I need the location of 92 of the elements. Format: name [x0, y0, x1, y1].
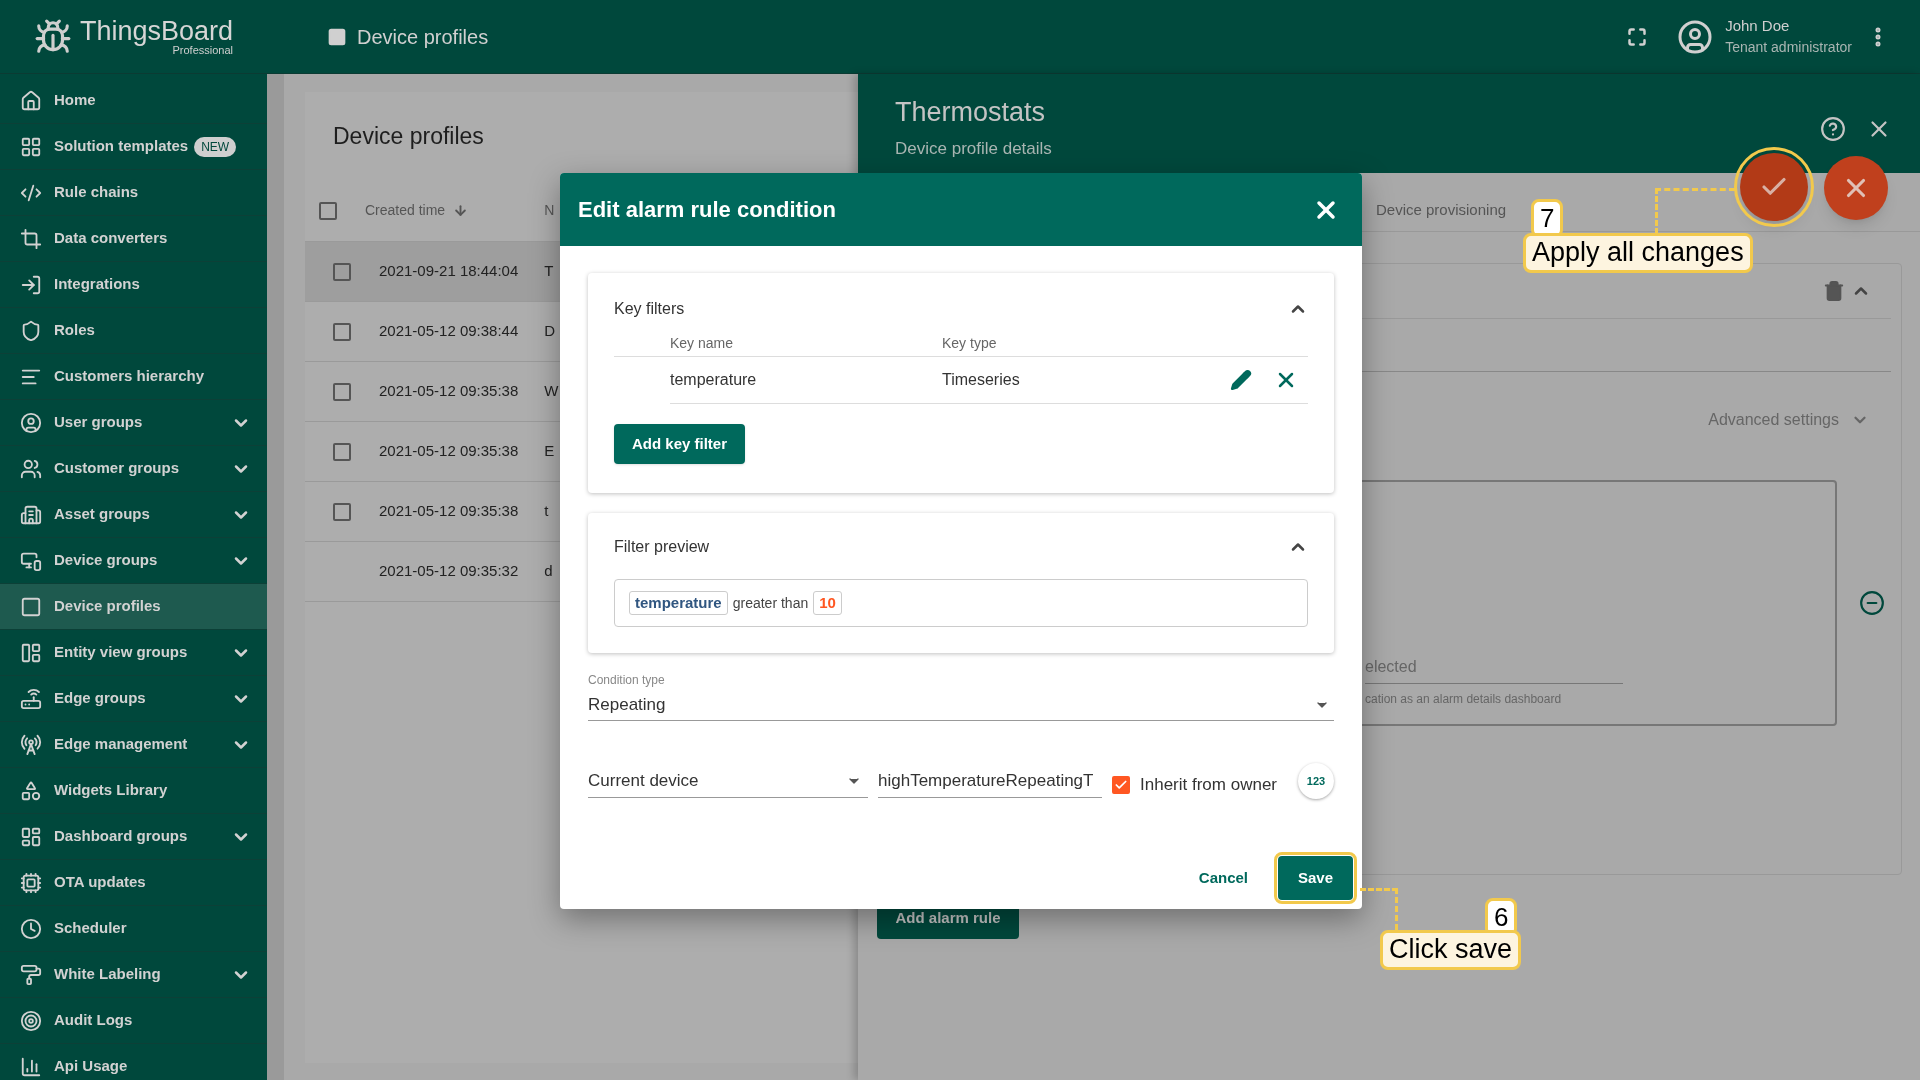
column-header: Key type — [942, 334, 997, 353]
remove-icon[interactable] — [1859, 590, 1885, 616]
sidebar-item[interactable]: Audit Logs — [0, 998, 267, 1044]
app-logo: ThingsBoard — [79, 17, 234, 45]
grid-icon — [20, 135, 42, 158]
chart-icon — [20, 1055, 42, 1078]
column-header: Key name — [670, 334, 735, 353]
dashboard-hint: cation as an alarm details dashboard — [1365, 691, 1563, 708]
sidebar-item[interactable]: Solution templates NEW — [0, 124, 267, 170]
row-checkbox[interactable] — [333, 382, 351, 401]
section-title: Filter preview — [614, 537, 710, 557]
value-type-button[interactable]: 123 — [1298, 763, 1334, 799]
check-icon — [1114, 778, 1128, 792]
select-all-checkbox[interactable] — [319, 201, 337, 220]
table-cell-text: W — [544, 381, 559, 402]
table-cell-text: E — [544, 441, 555, 462]
sidebar-item[interactable]: Device profiles — [0, 584, 267, 630]
table-cell-text: 2021-05-12 09:35:38 — [379, 441, 519, 462]
users-icon — [20, 457, 42, 480]
sort-arrow-icon — [453, 203, 469, 218]
sidebar-item[interactable]: White Labeling — [0, 952, 267, 998]
home-icon — [20, 89, 42, 112]
operation-text: greater than — [732, 593, 809, 613]
user-name: John Doe — [1725, 15, 1791, 36]
building-icon — [20, 503, 42, 526]
callout-label: Apply all changes — [1523, 233, 1753, 273]
square-icon — [327, 26, 347, 47]
dialog-title: Edit alarm rule condition — [578, 196, 836, 224]
sidebar-item[interactable]: Dashboard groups — [0, 814, 267, 860]
logo-icon — [33, 17, 72, 56]
table-cell-text: D — [544, 321, 556, 342]
add-key-filter-button[interactable]: Add key filter — [614, 424, 745, 464]
shapes-icon — [20, 779, 42, 802]
sidebar-item[interactable]: Home — [0, 78, 267, 124]
fullscreen-icon[interactable] — [1627, 26, 1648, 47]
chip-icon — [20, 871, 42, 894]
sidebar-item[interactable]: Edge groups — [0, 676, 267, 722]
row-checkbox[interactable] — [333, 262, 351, 281]
sidebar-item[interactable]: User groups — [0, 400, 267, 446]
row-checkbox[interactable] — [333, 502, 351, 521]
dashboard-icon — [20, 825, 42, 848]
router-icon — [20, 687, 42, 710]
sidebar-item[interactable]: Entity view groups — [0, 630, 267, 676]
cancel-button[interactable]: Cancel — [1186, 856, 1260, 900]
details-subtitle: Device profile details — [895, 137, 1052, 160]
table-cell-text: Timeseries — [942, 370, 1020, 390]
sidebar-item[interactable]: Customer groups — [0, 446, 267, 492]
condition-type-select[interactable]: Repeating — [588, 689, 1334, 721]
section-title: Key filters — [614, 299, 685, 319]
help-icon[interactable] — [1820, 116, 1846, 142]
inherit-checkbox[interactable] — [1112, 776, 1130, 794]
user-icon — [20, 411, 42, 434]
row-checkbox[interactable] — [333, 322, 351, 341]
table-cell-text: 2021-05-12 09:35:38 — [379, 381, 519, 402]
roller-icon — [20, 963, 42, 986]
sidebar-item[interactable]: Edge management — [0, 722, 267, 768]
table-cell-text: 2021-05-12 09:38:44 — [379, 321, 519, 342]
table-cell-text: 2021-09-21 18:44:04 — [379, 261, 519, 282]
crop-icon — [20, 227, 42, 250]
table-cell-text: t — [544, 501, 549, 522]
user-role: Tenant administrator — [1725, 38, 1852, 58]
square-icon — [20, 595, 42, 618]
scrollbar[interactable] — [267, 74, 284, 1080]
table-cell-text: 2021-05-12 09:35:32 — [379, 561, 519, 582]
shield-icon — [20, 319, 42, 342]
new-badge: NEW — [194, 136, 237, 157]
callout-label: Click save — [1380, 930, 1522, 970]
key-chip: temperature — [629, 590, 728, 616]
trash-icon[interactable] — [1823, 280, 1845, 302]
details-title: Thermostats — [895, 96, 1047, 129]
checkbox-label: Inherit from owner — [1140, 774, 1277, 797]
list-title: Device profiles — [333, 121, 484, 151]
value-chip: 10 — [813, 590, 842, 616]
sidebar-item[interactable]: OTA updates — [0, 860, 267, 906]
source-select[interactable]: Current device — [588, 764, 868, 798]
sidebar-item[interactable]: Asset groups — [0, 492, 267, 538]
login-icon — [20, 273, 42, 296]
avatar-icon[interactable] — [1677, 18, 1714, 55]
clock-icon — [20, 917, 42, 940]
row-checkbox[interactable] — [333, 442, 351, 461]
panels-icon — [20, 641, 42, 664]
antenna-icon — [20, 733, 42, 756]
table-cell-text: d — [544, 561, 553, 582]
target-icon — [20, 1009, 42, 1032]
app-edition: Professional — [172, 44, 234, 56]
edit-icon[interactable] — [1230, 369, 1252, 391]
table-cell-text: temperature — [670, 370, 758, 390]
table-cell-text: T — [544, 261, 554, 282]
attribute-input[interactable]: highTemperatureRepeatingT — [878, 764, 1102, 798]
page-title: Device profiles — [357, 24, 489, 50]
field-label: Condition type — [588, 672, 666, 689]
table-cell-text: 2021-05-12 09:35:38 — [379, 501, 519, 522]
